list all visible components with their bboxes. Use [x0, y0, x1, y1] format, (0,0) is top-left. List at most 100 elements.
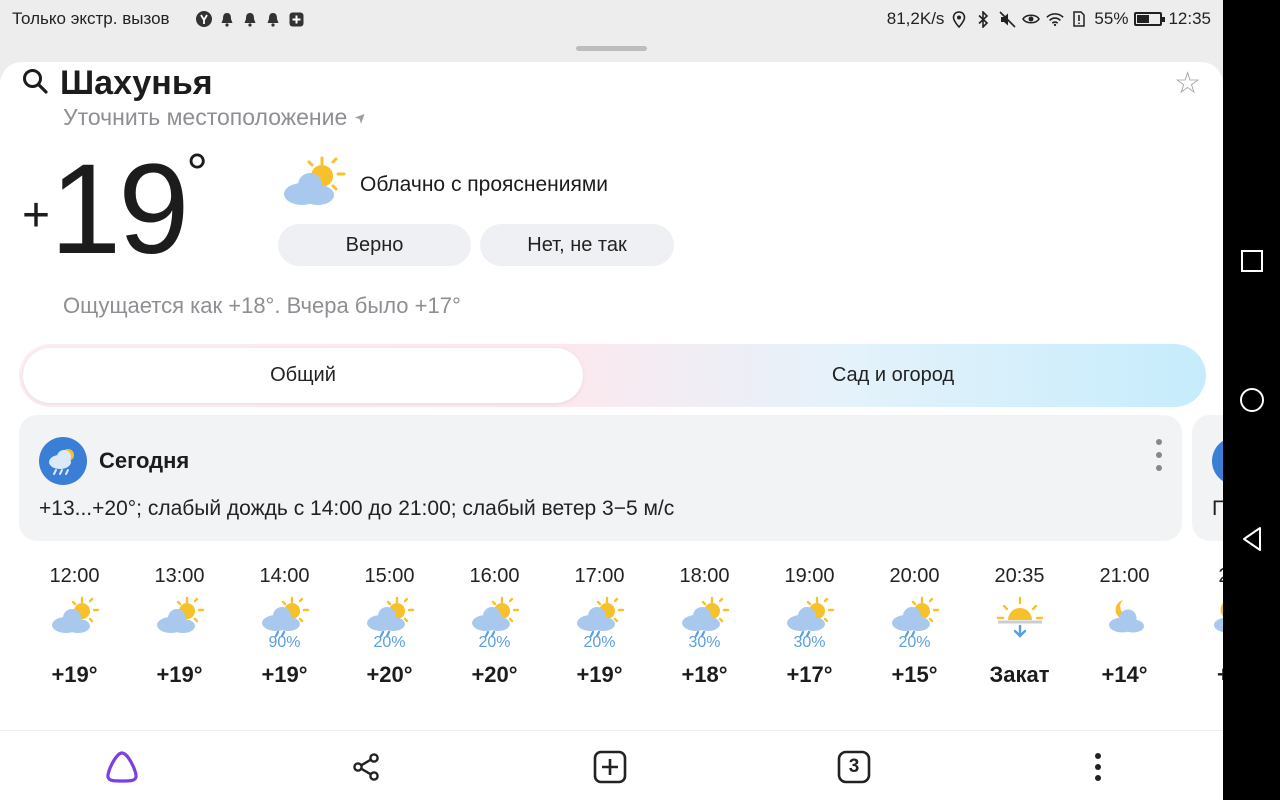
next-card[interactable]: П — [1192, 415, 1223, 541]
current-condition: Облачно с прояснениями — [280, 154, 608, 215]
hourly-temperature: +18° — [681, 662, 728, 687]
hourly-item[interactable]: 20:35 Закат — [967, 562, 1072, 688]
battery-icon — [1134, 12, 1166, 26]
feedback-yes-button[interactable]: Верно — [278, 224, 471, 266]
recent-apps-icon[interactable] — [1237, 246, 1267, 276]
feedback-no-button[interactable]: Нет, не так — [480, 224, 674, 266]
search-icon[interactable] — [22, 68, 48, 99]
new-tab-icon[interactable] — [592, 749, 628, 785]
status-left: Только экстр. вызов — [12, 9, 305, 29]
hourly-temperature: +19° — [156, 662, 203, 687]
precipitation-probability: 90% — [268, 634, 301, 651]
yandex-icon — [196, 11, 213, 28]
moon-cloudy-icon — [1072, 596, 1177, 654]
hourly-time: 16:00 — [469, 565, 520, 587]
city-name[interactable]: Шахунья — [60, 64, 213, 103]
hourly-temperature: +1 — [1177, 662, 1223, 688]
clock: 12:35 — [1168, 9, 1211, 28]
location-icon — [950, 10, 968, 28]
hourly-temperature: +17° — [786, 662, 833, 687]
hourly-time: 17:00 — [574, 565, 625, 587]
city-row[interactable]: Шахунья — [22, 64, 213, 103]
hourly-temperature: +20° — [366, 662, 413, 687]
notification-icons — [196, 11, 305, 28]
tab-garden[interactable]: Сад и огород — [583, 348, 1203, 403]
partly-cloudy-icon — [280, 154, 348, 215]
tab-general[interactable]: Общий — [23, 348, 583, 403]
card-menu-icon[interactable] — [1154, 439, 1164, 471]
eye-icon — [1022, 11, 1041, 28]
refine-location-text: Уточнить местоположение — [63, 104, 348, 130]
hourly-forecast[interactable]: 12:00 +19° 13:00 +19° 14:00 90% +19° 15:00 20% +2… — [22, 562, 1223, 730]
hourly-time: 19:00 — [784, 565, 835, 587]
refine-location-link[interactable]: Уточнить местоположение ➤ — [63, 104, 371, 131]
weather-sheet: Шахунья ☆ Уточнить местоположение ➤ + 19… — [0, 62, 1223, 730]
sunset-icon — [967, 596, 1072, 654]
next-card-text: П — [1212, 497, 1223, 520]
hourly-temperature: +20° — [471, 662, 518, 687]
alice-icon[interactable] — [104, 749, 140, 785]
partly-cloudy-rain-icon: 20% — [337, 596, 442, 654]
today-summary: +13...+20°; слабый дождь с 14:00 до 21:0… — [39, 497, 675, 520]
precipitation-probability: 30% — [793, 634, 826, 651]
status-bar: Только экстр. вызов 81,2K/s 55% 12:35 — [0, 0, 1223, 36]
bluetooth-icon — [974, 10, 992, 28]
hourly-time: 21:00 — [1099, 565, 1150, 587]
partly-cloudy-rain-icon: 20% — [547, 596, 652, 654]
bottom-toolbar: 3 — [0, 730, 1223, 800]
hourly-time: 15:00 — [364, 565, 415, 587]
status-right: 81,2K/s 55% 12:35 — [887, 9, 1211, 29]
hourly-temperature: +19° — [576, 662, 623, 687]
precipitation-probability: 20% — [583, 634, 616, 651]
partly-cloudy-icon — [22, 596, 127, 654]
precipitation-probability: 30% — [688, 634, 721, 651]
sim-alert-icon — [1070, 11, 1088, 28]
hourly-item[interactable]: 12:00 +19° — [22, 562, 127, 688]
hourly-time: 18:00 — [679, 565, 730, 587]
partly-cloudy-icon — [127, 596, 232, 654]
today-card[interactable]: Сегодня +13...+20°; слабый дождь с 14:00… — [19, 415, 1182, 541]
current-temperature: + 19 ° — [22, 138, 208, 281]
location-arrow-icon: ➤ — [350, 107, 371, 127]
partly-cloudy-rain-icon: 20% — [862, 596, 967, 654]
precipitation-probability: 20% — [478, 634, 511, 651]
feels-like-text: Ощущается как +18°. Вчера было +17° — [63, 293, 461, 318]
partly-cloudy-rain-icon: 20% — [442, 596, 547, 654]
hourly-time: 14:00 — [259, 565, 310, 587]
condition-text: Облачно с прояснениями — [360, 172, 609, 196]
more-icon[interactable] — [1080, 749, 1116, 785]
hourly-time: 20:00 — [889, 565, 940, 587]
rain-cloud-icon — [39, 437, 87, 485]
hourly-item[interactable]: 18:00 30% +18° — [652, 562, 757, 688]
partly-cloudy-rain-icon: 30% — [757, 596, 862, 654]
sheet-drag-handle[interactable] — [576, 46, 647, 51]
hourly-temperature: Закат — [989, 662, 1050, 687]
temperature-value: 19 — [50, 138, 189, 281]
battery-percent: 55% — [1094, 9, 1129, 28]
hourly-item[interactable]: 16:00 20% +20° — [442, 562, 547, 688]
tabs-icon[interactable]: 3 — [836, 749, 872, 785]
hourly-item[interactable]: 17:00 20% +19° — [547, 562, 652, 688]
favorite-star-icon[interactable]: ☆ — [1174, 66, 1201, 101]
today-title: Сегодня — [99, 448, 190, 473]
hourly-item[interactable]: 22 +1 — [1177, 562, 1223, 688]
network-speed: 81,2K/s — [886, 9, 945, 28]
hourly-item[interactable]: 13:00 +19° — [127, 562, 232, 688]
hourly-item[interactable]: 20:00 20% +15° — [862, 562, 967, 688]
hourly-item[interactable]: 19:00 30% +17° — [757, 562, 862, 688]
hourly-time: 22 — [1177, 562, 1223, 590]
hourly-item[interactable]: 14:00 90% +19° — [232, 562, 337, 688]
hourly-temperature: +14° — [1101, 662, 1148, 687]
moon-cloudy-icon — [1177, 596, 1223, 654]
hourly-item[interactable]: 15:00 20% +20° — [337, 562, 442, 688]
hourly-time: 12:00 — [49, 565, 100, 587]
home-icon[interactable] — [1237, 385, 1267, 415]
mute-icon — [998, 10, 1016, 28]
hourly-item[interactable]: 21:00 +14° — [1072, 562, 1177, 688]
hourly-time: 20:35 — [994, 565, 1045, 587]
temperature-degree: ° — [186, 143, 209, 203]
back-icon[interactable] — [1237, 524, 1267, 554]
bell-icon — [265, 11, 282, 28]
share-icon[interactable] — [348, 749, 384, 785]
hourly-temperature: +19° — [261, 662, 308, 687]
